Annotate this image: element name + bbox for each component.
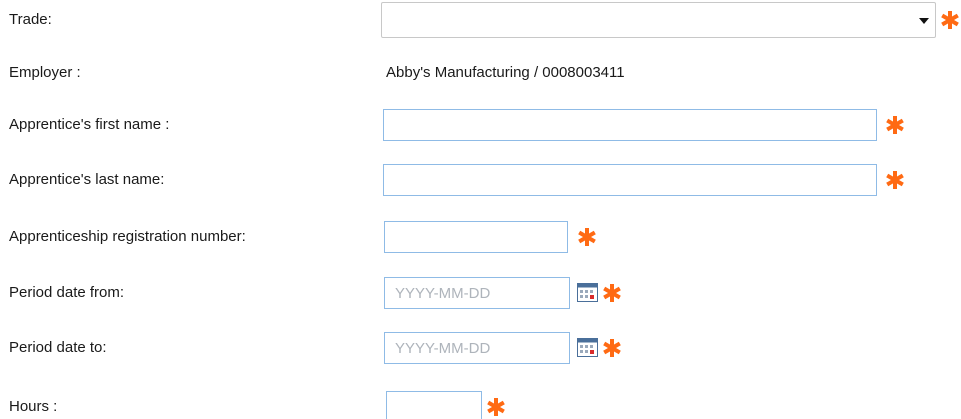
registration-number-input[interactable] [384, 221, 568, 253]
employer-row: Employer : Abby's Manufacturing / 000800… [0, 55, 961, 91]
hours-input[interactable] [386, 391, 482, 419]
last-name-input[interactable] [383, 164, 877, 196]
required-asterisk-icon [486, 397, 506, 417]
required-asterisk-icon [940, 10, 960, 30]
required-asterisk-icon [602, 338, 622, 358]
first-name-input[interactable] [383, 109, 877, 141]
date-from-input[interactable] [384, 277, 570, 309]
last-name-label: Apprentice's last name: [9, 171, 165, 188]
date-to-row: Period date to: [0, 330, 961, 366]
registration-number-row: Apprenticeship registration number: [0, 219, 961, 255]
chevron-down-icon[interactable] [919, 18, 929, 24]
required-asterisk-icon [885, 170, 905, 190]
required-asterisk-icon [577, 227, 597, 247]
calendar-icon[interactable] [577, 338, 599, 358]
required-asterisk-icon [602, 283, 622, 303]
date-to-input[interactable] [384, 332, 570, 364]
registration-number-label: Apprenticeship registration number: [9, 228, 246, 245]
employer-value: Abby's Manufacturing / 0008003411 [386, 64, 625, 81]
last-name-row: Apprentice's last name: [0, 162, 961, 198]
trade-label: Trade: [9, 11, 52, 28]
employer-label: Employer : [9, 64, 81, 81]
hours-label: Hours : [9, 398, 58, 415]
first-name-label: Apprentice's first name : [9, 116, 170, 133]
date-from-label: Period date from: [9, 284, 125, 301]
date-to-label: Period date to: [9, 339, 107, 356]
calendar-icon[interactable] [577, 283, 599, 303]
required-asterisk-icon [885, 115, 905, 135]
first-name-row: Apprentice's first name : [0, 107, 961, 143]
date-from-row: Period date from: [0, 275, 961, 311]
apprentice-form: Trade: Employer : Abby's Manufacturing /… [0, 0, 961, 419]
trade-select[interactable] [381, 2, 936, 38]
trade-row: Trade: [0, 2, 961, 38]
hours-row: Hours : [0, 389, 961, 419]
